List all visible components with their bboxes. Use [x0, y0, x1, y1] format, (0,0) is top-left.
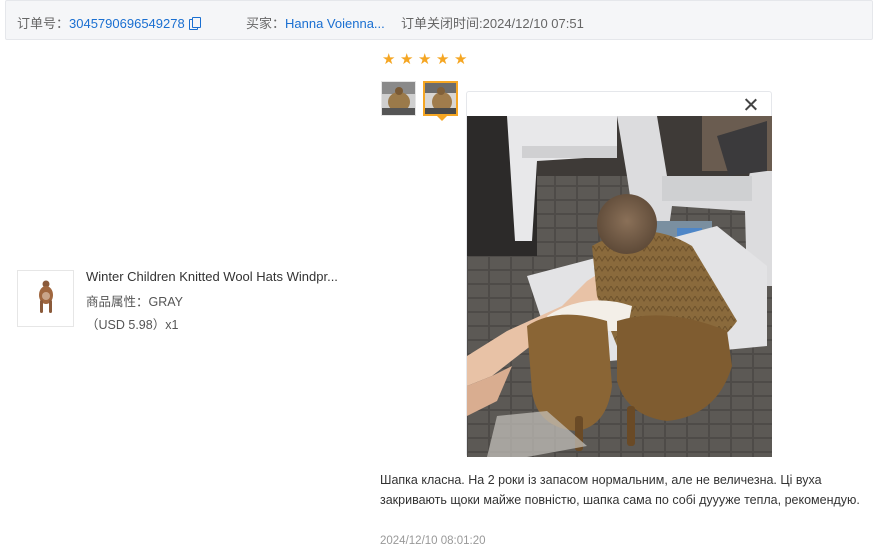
review-photo-thumb-2[interactable]: [423, 81, 458, 116]
preview-photo[interactable]: [467, 116, 772, 457]
buyer-field: 买家：Hanna Voienna...: [246, 13, 385, 32]
product-title[interactable]: Winter Children Knitted Wool Hats Windpr…: [86, 269, 338, 284]
order-number-label: 订单号：: [17, 16, 70, 31]
order-number-link[interactable]: 3045790696549278: [69, 16, 185, 31]
review-photo-thumb-1[interactable]: [381, 81, 416, 116]
review-date: 2024/12/10 08:01:20: [380, 535, 486, 547]
star-icon: ★: [400, 51, 414, 68]
photo-preview-popup: [466, 91, 772, 457]
active-photo-caret: [437, 116, 447, 121]
rating-stars: ★ ★ ★ ★ ★: [382, 52, 469, 67]
product-attribute-label: 商品属性：: [86, 295, 149, 309]
product-image: [38, 280, 53, 313]
order-number-field: 订单号：3045790696549278: [17, 13, 201, 32]
star-icon: ★: [436, 51, 450, 68]
buyer-label: 买家：: [246, 16, 286, 31]
review-photo-2-image: [425, 83, 456, 114]
preview-photo-image: [467, 116, 772, 457]
product-attribute: 商品属性：GRAY: [86, 291, 183, 310]
review-text: Шапка класна. На 2 роки із запасом норма…: [380, 473, 860, 507]
product-attribute-value: GRAY: [148, 295, 184, 309]
order-closed-time-field: 订单关闭时间:2024/12/10 07:51: [401, 13, 584, 32]
star-icon: ★: [454, 51, 468, 68]
copy-icon[interactable]: [188, 17, 201, 30]
star-icon: ★: [382, 51, 396, 68]
review-photo-1-image: [382, 82, 415, 115]
buyer-name-link[interactable]: Hanna Voienna...: [285, 16, 385, 31]
order-closed-time: 2024/12/10 07:51: [482, 16, 584, 31]
close-icon[interactable]: [743, 97, 759, 113]
order-closed-label: 订单关闭时间:: [401, 16, 483, 31]
product-thumbnail[interactable]: [17, 270, 74, 327]
product-price: （USD 5.98）x1: [86, 318, 179, 332]
star-icon: ★: [418, 51, 432, 68]
order-header: 订单号：3045790696549278 买家：Hanna Voienna...…: [5, 0, 873, 40]
